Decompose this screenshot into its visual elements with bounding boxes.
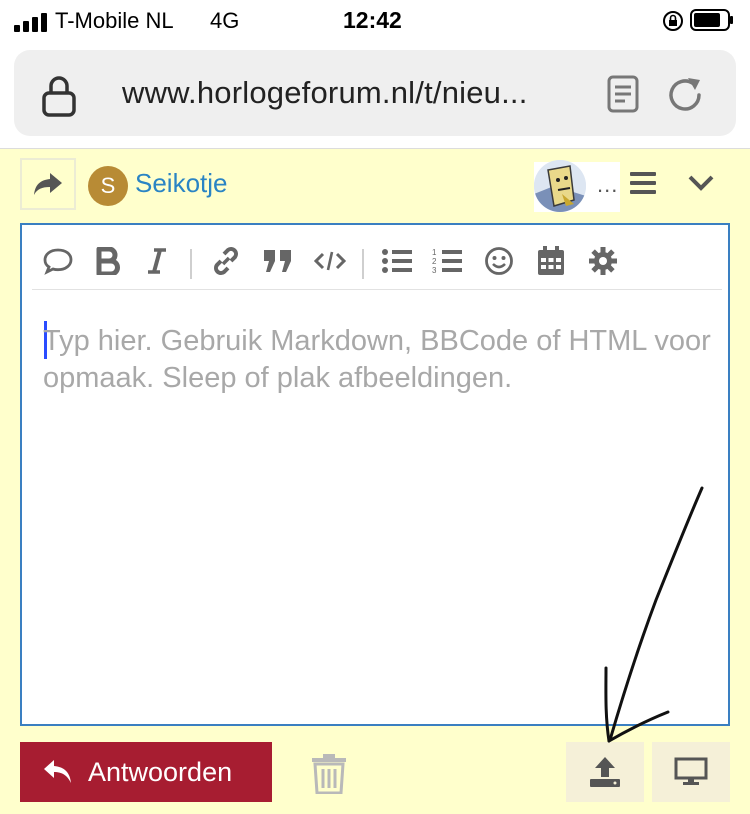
browser-bar: www.horlogeforum.nl/t/nieu... xyxy=(0,44,750,149)
calendar-icon[interactable] xyxy=(534,241,568,281)
orientation-lock-icon xyxy=(663,11,683,31)
reply-button[interactable]: Antwoorden xyxy=(20,742,272,802)
composer-editor[interactable]: 123 Typ hier. Gebruik Markdown, BBCode o… xyxy=(20,223,730,726)
avatar: S xyxy=(88,166,128,206)
upload-icon xyxy=(590,757,620,787)
status-bar: T-Mobile NL 4G 12:42 xyxy=(0,0,750,44)
cartoon-avatar-icon xyxy=(534,160,586,212)
bold-icon[interactable] xyxy=(92,241,124,281)
carrier-name: T-Mobile NL xyxy=(55,8,174,33)
network-type: 4G xyxy=(210,8,240,33)
svg-text:2: 2 xyxy=(432,257,437,266)
code-icon[interactable] xyxy=(312,241,348,281)
toolbar-divider xyxy=(190,249,192,279)
desktop-preview-icon xyxy=(674,757,708,785)
toggle-preview-button[interactable] xyxy=(652,742,730,802)
signal-icon xyxy=(14,13,47,32)
emoji-icon[interactable] xyxy=(482,241,516,281)
battery-icon xyxy=(690,9,733,31)
reply-arrow-icon xyxy=(44,760,71,783)
url-text[interactable]: www.horlogeforum.nl/t/nieu... xyxy=(122,75,528,111)
username-link[interactable]: Seikotje xyxy=(135,168,228,199)
quote-icon[interactable] xyxy=(40,241,76,281)
blockquote-icon[interactable] xyxy=(260,241,296,281)
user-avatar-image[interactable] xyxy=(534,160,586,212)
trash-icon[interactable] xyxy=(310,754,348,794)
more-users-indicator: ... xyxy=(597,172,619,197)
toolbar-divider xyxy=(362,249,364,279)
editor-placeholder[interactable]: Typ hier. Gebruik Markdown, BBCode of HT… xyxy=(43,323,723,397)
reload-icon[interactable] xyxy=(664,74,706,116)
upload-button[interactable] xyxy=(566,742,644,802)
reply-button-label: Antwoorden xyxy=(88,756,233,787)
chevron-down-icon[interactable] xyxy=(686,170,716,196)
italic-icon[interactable] xyxy=(144,241,170,281)
menu-icon[interactable] xyxy=(630,172,656,196)
clock: 12:42 xyxy=(343,7,402,33)
bullet-list-icon[interactable] xyxy=(380,241,414,281)
address-bar[interactable]: www.horlogeforum.nl/t/nieu... xyxy=(14,50,736,136)
link-icon[interactable] xyxy=(208,241,244,281)
svg-text:1: 1 xyxy=(432,248,437,257)
settings-gear-icon[interactable] xyxy=(586,241,620,281)
lock-icon xyxy=(42,76,76,117)
reply-target-button[interactable] xyxy=(20,158,76,210)
editor-toolbar: 123 xyxy=(32,241,722,290)
numbered-list-icon[interactable]: 123 xyxy=(430,241,464,281)
share-arrow-icon xyxy=(34,173,62,195)
reader-mode-icon[interactable] xyxy=(606,74,640,114)
svg-text:3: 3 xyxy=(432,266,437,275)
